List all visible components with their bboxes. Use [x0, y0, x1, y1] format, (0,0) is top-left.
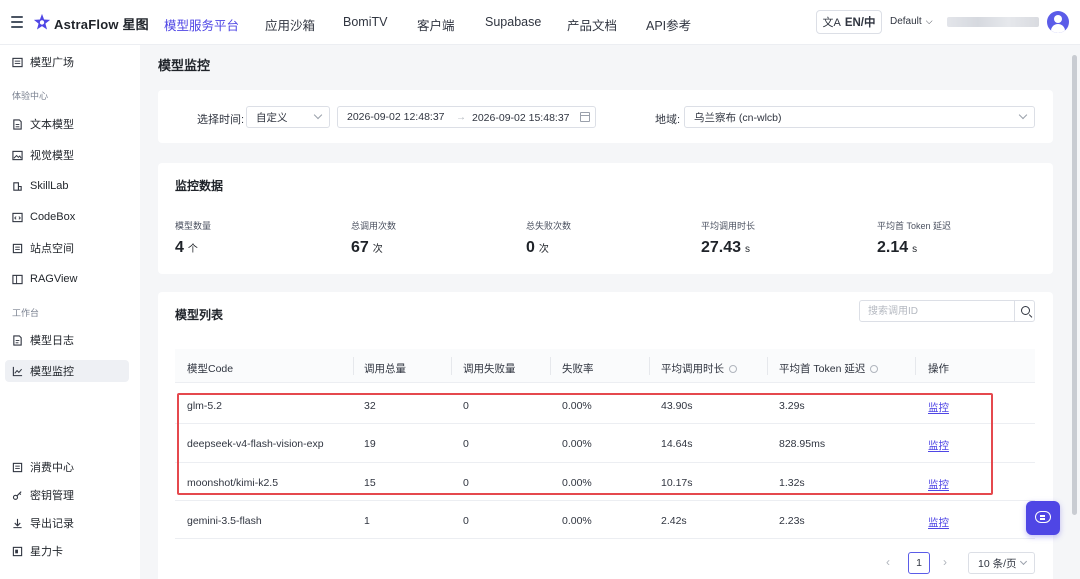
column-header-model-code: 模型Code: [187, 363, 234, 375]
sidebar-item-skilllab[interactable]: SkillLab: [5, 175, 129, 197]
sidebar-item-ragview[interactable]: RAGView: [5, 268, 129, 290]
grid-icon: [12, 57, 23, 67]
card-icon: [12, 546, 23, 556]
time-label: 选择时间:: [197, 114, 245, 126]
translate-icon: 文A: [822, 17, 841, 29]
search-icon[interactable]: [1021, 306, 1030, 315]
region-label: 地域:: [655, 114, 681, 126]
pagination-next-button[interactable]: ›: [943, 555, 947, 569]
stat-label-total-failures: 总失败次数: [526, 221, 572, 231]
nav-model-service[interactable]: 模型服务平台: [164, 15, 239, 34]
sidebar-group-experience: 体验中心: [12, 91, 49, 101]
stat-value-avg-duration: 27.43 s: [701, 239, 751, 256]
skill-icon: [13, 181, 22, 191]
info-icon[interactable]: [870, 365, 879, 373]
column-header-total-calls: 调用总量: [364, 363, 406, 375]
user-name-redacted[interactable]: [947, 17, 1039, 27]
stat-label-total-calls: 总调用次数: [351, 221, 397, 231]
pagination-page-1[interactable]: 1: [908, 552, 930, 574]
pagination-prev-button[interactable]: ‹: [886, 555, 890, 569]
log-icon: [13, 334, 22, 346]
sidebar-item-codebox[interactable]: CodeBox: [5, 206, 129, 228]
page-size-select[interactable]: 10 条/页: [968, 552, 1035, 574]
row-failure-rate: 0.00%: [562, 515, 592, 527]
line-chart-icon: [12, 366, 23, 376]
download-icon: [13, 518, 22, 528]
nav-app-sandbox[interactable]: 应用沙箱: [265, 15, 315, 34]
stat-value-total-failures: 0次: [526, 239, 549, 256]
scrollbar[interactable]: [1072, 55, 1077, 515]
range-arrow: →: [456, 112, 466, 123]
sidebar-item-vision-model[interactable]: 视觉模型: [5, 144, 129, 166]
image-icon: [12, 150, 23, 160]
row-model-code: gemini-3.5-flash: [187, 515, 262, 527]
monitor-link[interactable]: 监控: [928, 515, 949, 530]
stat-label-avg-duration: 平均调用时长: [701, 221, 756, 231]
stats-title: 监控数据: [175, 179, 224, 193]
stat-label-model-count: 模型数量: [175, 221, 212, 231]
date-range-picker[interactable]: 2026-09-02 12:48:37 → 2026-09-02 15:48:3…: [337, 106, 596, 128]
nav-supabase[interactable]: Supabase: [485, 15, 541, 29]
column-header-avg-duration: 平均调用时长: [661, 361, 737, 376]
calendar-icon: [580, 112, 590, 122]
chevron-down-icon: [313, 110, 323, 120]
row-total-calls: 1: [364, 515, 370, 527]
row-failed-calls: 0: [463, 515, 469, 527]
sidebar-item-model-monitor[interactable]: 模型监控: [5, 360, 129, 382]
sidebar-item-star-card[interactable]: 星力卡: [5, 540, 129, 562]
search-input[interactable]: [860, 301, 1010, 321]
nav-client[interactable]: 客户端: [417, 15, 455, 34]
column-header-actions: 操作: [928, 363, 949, 375]
stat-value-model-count: 4个: [175, 239, 198, 256]
highlight-box: [177, 393, 993, 495]
sidebar-item-billing[interactable]: 消费中心: [5, 456, 129, 478]
row-avg-duration: 2.42s: [661, 515, 687, 527]
brand-name[interactable]: AstraFlow 星图: [54, 14, 149, 33]
nav-bomitv[interactable]: BomiTV: [343, 15, 387, 29]
column-header-failed-calls: 调用失败量: [463, 363, 516, 375]
time-mode-select[interactable]: 自定义: [246, 106, 330, 128]
language-toggle-button[interactable]: 文A EN/中: [816, 10, 882, 34]
sidebar: 模型广场 体验中心 文本模型 视觉模型 SkillLab CodeBox 站点空…: [0, 45, 140, 579]
start-time[interactable]: 2026-09-02 12:48:37: [347, 111, 445, 123]
table-header: [175, 349, 1035, 383]
menu-icon[interactable]: [11, 16, 23, 28]
nav-api-reference[interactable]: API参考: [646, 15, 691, 34]
chevron-down-icon: ⌵: [925, 16, 933, 26]
column-header-failure-rate: 失败率: [562, 363, 594, 375]
model-list-title: 模型列表: [175, 308, 224, 322]
billing-icon: [12, 462, 23, 472]
row-avg-ttft: 2.23s: [779, 515, 805, 527]
chevron-down-icon: [1019, 557, 1028, 566]
search-box: [859, 300, 1035, 322]
key-icon: [12, 490, 22, 500]
sidebar-item-model-plaza[interactable]: 模型广场: [5, 51, 129, 73]
stat-value-total-calls: 67 次: [351, 239, 383, 256]
column-header-avg-ttft: 平均首 Token 延迟: [779, 361, 879, 376]
code-icon: [12, 212, 23, 222]
avatar[interactable]: [1047, 11, 1069, 33]
sidebar-item-key-management[interactable]: 密钥管理: [5, 484, 129, 506]
ragview-icon: [12, 274, 23, 284]
sidebar-group-workspace: 工作台: [12, 308, 40, 318]
stat-value-avg-ttft: 2.14 s: [877, 239, 918, 256]
chat-support-button[interactable]: [1026, 501, 1060, 535]
astraflow-logo-icon: [33, 13, 51, 30]
site-icon: [12, 243, 23, 253]
nav-product-docs[interactable]: 产品文档: [567, 15, 617, 34]
chevron-down-icon: [1018, 110, 1028, 120]
end-time[interactable]: 2026-09-02 15:48:37: [472, 112, 570, 124]
workspace-selector[interactable]: Default ⌵: [890, 16, 933, 27]
region-select[interactable]: 乌兰察布 (cn-wlcb): [684, 106, 1035, 128]
sidebar-item-site-space[interactable]: 站点空间: [5, 237, 129, 259]
chat-icon: [1035, 511, 1051, 523]
sidebar-item-export-records[interactable]: 导出记录: [5, 512, 129, 534]
stat-label-avg-ttft: 平均首 Token 延迟: [877, 221, 952, 231]
document-icon: [13, 118, 22, 130]
sidebar-item-text-model[interactable]: 文本模型: [5, 113, 129, 135]
info-icon[interactable]: [729, 365, 737, 373]
top-bar: AstraFlow 星图 模型服务平台 应用沙箱 BomiTV 客户端 Supa…: [0, 0, 1080, 45]
page-title: 模型监控: [158, 58, 211, 73]
sidebar-item-model-logs[interactable]: 模型日志: [5, 329, 129, 351]
